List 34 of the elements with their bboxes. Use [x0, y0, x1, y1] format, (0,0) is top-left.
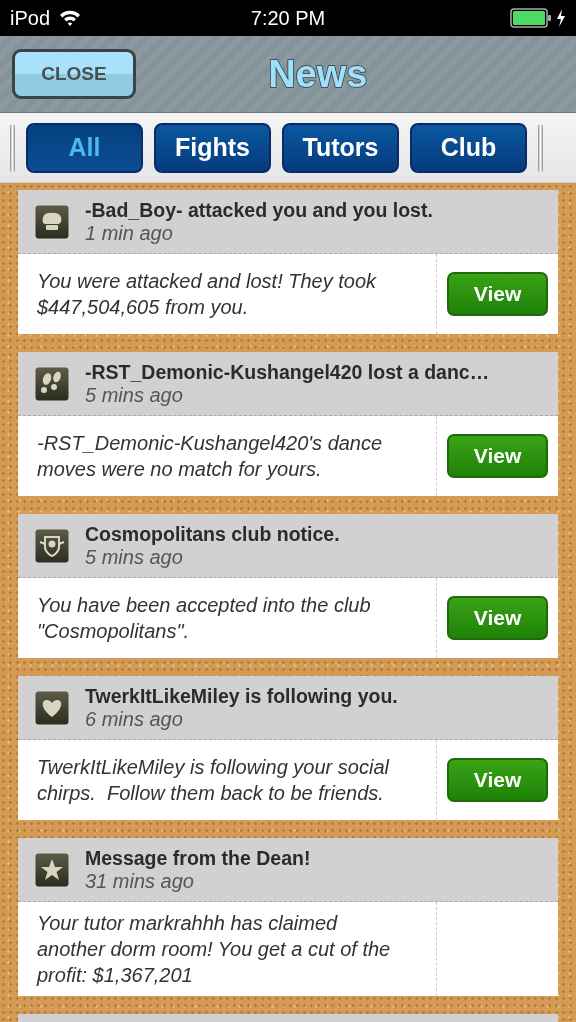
wifi-icon	[58, 9, 83, 27]
glove-icon	[35, 204, 69, 239]
news-title: -Bad_Boy- attacked you and you lost.	[85, 198, 433, 222]
close-button[interactable]: CLOSE	[12, 49, 136, 99]
news-time: 5 mins ago	[85, 545, 184, 569]
news-message: You have been accepted into the club "Cosmopolitans".	[36, 593, 372, 644]
view-button[interactable]: View	[447, 596, 548, 640]
news-time: 1 min ago	[85, 221, 174, 245]
crest-icon	[35, 528, 69, 563]
hook-icon	[538, 123, 543, 172]
news-message: You were attacked and lost! They took $447,504,605 from you.	[36, 269, 378, 320]
clock-time: 7:20 PM	[250, 6, 326, 30]
view-button[interactable]: View	[447, 434, 548, 478]
news-title: Cosmopolitans club notice.	[85, 522, 340, 546]
news-title: -RST_Demonic-Kushangel420 lost a danc…	[85, 360, 490, 384]
device-name: iPod	[10, 6, 51, 30]
screen-title: News	[268, 52, 368, 96]
news-message: -RST_Demonic-Kushangel420's dance moves were no match for yours.	[36, 431, 384, 482]
hook-icon	[10, 123, 15, 172]
view-button[interactable]: View	[447, 272, 548, 316]
filter-tab[interactable]: Fights	[154, 122, 271, 173]
filter-tab[interactable]: Tutors	[282, 122, 399, 173]
news-time: 5 mins ago	[85, 383, 184, 407]
news-message: Your tutor markrahhh has claimed another dorm room! You get a cut of the profit: $1,367,201	[35, 911, 392, 988]
footprints-icon	[35, 366, 69, 401]
battery-icon	[510, 8, 552, 28]
filter-tab[interactable]: Club	[410, 122, 527, 173]
news-time: 31 mins ago	[85, 869, 195, 893]
news-title: Message from the Dean!	[85, 846, 311, 870]
news-title: TwerkItLikeMiley is following you.	[85, 684, 398, 708]
filter-tab[interactable]: All	[26, 122, 143, 173]
news-message: TwerkItLikeMiley is following your social chirps. Follow them back to be friends.	[36, 755, 391, 806]
view-button[interactable]: View	[447, 758, 548, 802]
news-time: 6 mins ago	[85, 707, 184, 731]
